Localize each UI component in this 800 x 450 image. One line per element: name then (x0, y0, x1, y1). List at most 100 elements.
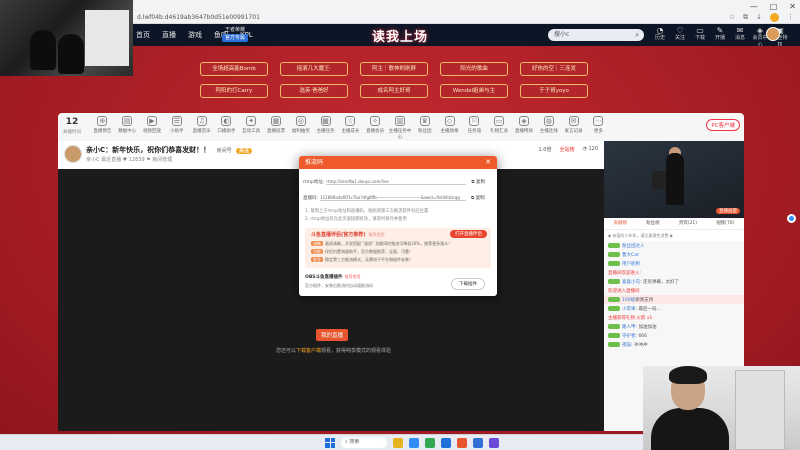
extensions-icon[interactable]: ⧉ (743, 13, 748, 22)
chat-username[interactable]: 小苹果 (622, 307, 636, 312)
toolbar-item[interactable]: ☰ 小助手 (164, 116, 189, 140)
toolbar-item[interactable]: ♫ 直播音乐 (189, 116, 214, 140)
level-badge (608, 278, 620, 284)
taskbar-search[interactable]: ⌕ 搜索 (341, 437, 387, 448)
playback-speed[interactable]: 1.0倍 (539, 146, 552, 153)
copy-code-button[interactable]: ⧉ 复制 (471, 195, 485, 201)
taskbar-app-icon[interactable] (441, 437, 451, 448)
chat-username[interactable]: 喜喜小兄 (622, 280, 640, 285)
floating-assistant-icon[interactable] (787, 214, 796, 223)
toolbar-item[interactable]: ⋯ 更多 (586, 116, 611, 140)
banner-button[interactable]: 阿阳的打Carry (200, 84, 268, 98)
nav-game-tag[interactable]: 王者荣耀 官方专属 (222, 26, 249, 42)
banner-button[interactable]: Wendel姐弟与主 (440, 84, 508, 98)
chat-username[interactable]: 粉丝团达人 (622, 244, 645, 249)
banner-button[interactable]: 好热的空｜三连发 (520, 62, 588, 76)
toolbar-item[interactable]: ◎ 福利抽奖 (288, 116, 313, 140)
chat-username[interactable]: 鲁大Cat (622, 253, 639, 258)
taskbar-app-icon[interactable] (393, 437, 403, 448)
toolbar-item[interactable]: ⊕ 直播预告 (90, 116, 115, 140)
site-logo[interactable]: 读我上场 (372, 26, 428, 45)
star-icon[interactable]: ☆ (729, 13, 735, 22)
banner-button[interactable]: 阿主｜歌神刷刷屏 (360, 62, 428, 76)
rtmp-field[interactable]: rtmp://sendfw1.douyu.com/live (326, 179, 467, 185)
toolbar-item[interactable]: ✧ 直播会员 (363, 116, 388, 140)
toolbar-item[interactable]: ⚐ 任务墙 (462, 116, 487, 140)
taskbar-app-icon[interactable] (489, 437, 499, 448)
profile-avatar[interactable] (770, 13, 779, 22)
nav-live[interactable]: 直播 (162, 24, 176, 46)
taskbar-app-icon[interactable] (425, 437, 435, 448)
search-icon[interactable]: ⌕ (635, 29, 639, 41)
toolbar-item[interactable]: ☆ 主播成长 (338, 116, 363, 140)
toolbar-item[interactable]: ◐ 口播助手 (214, 116, 239, 140)
message-glyph: ✉ (736, 26, 744, 35)
viewer-count: ◔ 120 (582, 146, 599, 152)
toolbar-item-icon: ◈ (518, 116, 529, 126)
toolbar-item-label: 口播助手 (217, 129, 236, 134)
nav-games[interactable]: 游戏 (188, 24, 202, 46)
chat-text: : 加油加油 (635, 324, 657, 330)
pc-client-button[interactable]: PC客户端 (706, 119, 740, 131)
rank-link[interactable]: 全站榜 (559, 146, 574, 153)
toolbar-item[interactable]: ▦ 直播投票 (264, 116, 289, 140)
banner-button[interactable]: 全场超高能Bomb (200, 62, 268, 76)
offline-hint-post: 观看，获得纯享模式的观看体验 (321, 348, 392, 354)
maximize-button[interactable]: □ (770, 2, 778, 11)
toolbar-item[interactable]: ▤ 数据中心 (115, 116, 140, 140)
toolbar-item[interactable]: ◇ 主播勋章 (437, 116, 462, 140)
search-placeholder: 搜小c (554, 31, 570, 38)
chat-text: : 冲冲冲 (631, 342, 648, 348)
toolbar-item[interactable]: ◍ 主播连线 (536, 116, 561, 140)
copy-rtmp-button[interactable]: ⧉ 复制 (471, 179, 485, 185)
follow-button[interactable]: 关注 (236, 148, 253, 154)
close-window-button[interactable]: ✕ (789, 2, 796, 11)
taskbar-app-icon[interactable] (409, 437, 419, 448)
download-icon[interactable]: ↓ (756, 13, 762, 22)
stream-code-field[interactable]: 112889a4af6f1c7ba?dfg8ffb———————————&swi… (320, 195, 467, 201)
minimize-button[interactable]: — (750, 2, 758, 11)
toolbar-item[interactable]: ✦ 互动工具 (239, 116, 264, 140)
banner-button[interactable]: 阳光的歌曲 (440, 62, 508, 76)
tab-fans[interactable]: 粉丝榜 (646, 218, 660, 229)
close-icon[interactable]: ✕ (485, 156, 491, 169)
toolbar-item[interactable]: ◈ 直播特效 (512, 116, 537, 140)
toolbar-item[interactable]: ♛ 粉丝团 (412, 116, 437, 140)
toolbar-item[interactable]: ▭ 礼物汇总 (487, 116, 512, 140)
menu-icon[interactable]: ⋮ (787, 13, 794, 22)
download-client-link[interactable]: 下载客户端 (296, 348, 321, 354)
open-companion-button[interactable]: 打开直播伴侣 (450, 230, 487, 238)
taskbar-app-icon[interactable] (473, 437, 483, 448)
preview-video[interactable]: 直播画面 (604, 141, 744, 218)
webcam-overlay-top-left (0, 0, 133, 76)
tab-contribution[interactable]: 贡献榜 (614, 218, 628, 229)
banner-button[interactable]: 成名阿主好哥 (360, 84, 428, 98)
tab-vip[interactable]: 贵宾(21) (679, 218, 697, 229)
chat-message: 守护者: 666 (604, 331, 744, 340)
windows-start-icon[interactable] (325, 437, 335, 448)
banner-button[interactable]: 于子哥yoyo (520, 84, 588, 98)
taskbar-app-icon[interactable] (457, 437, 467, 448)
chat-username[interactable]: 夜猫 (622, 343, 631, 348)
banner-button[interactable]: 摇滚几大魔王· (280, 62, 348, 76)
toolbar-item[interactable]: ▶ 视频回放 (140, 116, 165, 140)
tab-videos[interactable]: 视频(70) (716, 218, 734, 229)
streamer-avatar[interactable] (64, 145, 82, 163)
address-bar[interactable]: d.lwf04b.d4619ab3647b0d51e00991701 (133, 12, 693, 23)
chat-username[interactable]: 用户昵称 (622, 262, 640, 267)
toolbar-item[interactable]: ▥ 主播任务中心 (388, 116, 413, 140)
promo-line: 功能 伴侣内置海量助手，官方数据推荐，全面、可靠！ (311, 249, 413, 255)
search-input[interactable]: 搜小c ⌕ (548, 29, 644, 41)
download-plugin-button[interactable]: 下载插件 (451, 278, 485, 290)
toolbar-item[interactable]: ▩ 主播任务 (313, 116, 338, 140)
user-avatar[interactable] (766, 27, 780, 41)
my-live-button[interactable]: 我的直播 (316, 329, 349, 341)
nav-home[interactable]: 首页 (136, 24, 150, 46)
toolbar-item-icon: ♫ (196, 116, 207, 126)
banner-button[interactable]: 选英·爸爸好 (280, 84, 348, 98)
chat-username[interactable]: 100级 (622, 298, 635, 303)
chat-username[interactable]: 守护者 (622, 334, 636, 339)
toolbar-item[interactable]: ✉ 发言记录 (561, 116, 586, 140)
banner-gift-buttons: 全场超高能Bomb 摇滚几大魔王· 阿主｜歌神刷刷屏 阳光的歌曲 好热的空｜三连… (200, 62, 590, 98)
chat-username[interactable]: 路人甲 (622, 325, 636, 330)
